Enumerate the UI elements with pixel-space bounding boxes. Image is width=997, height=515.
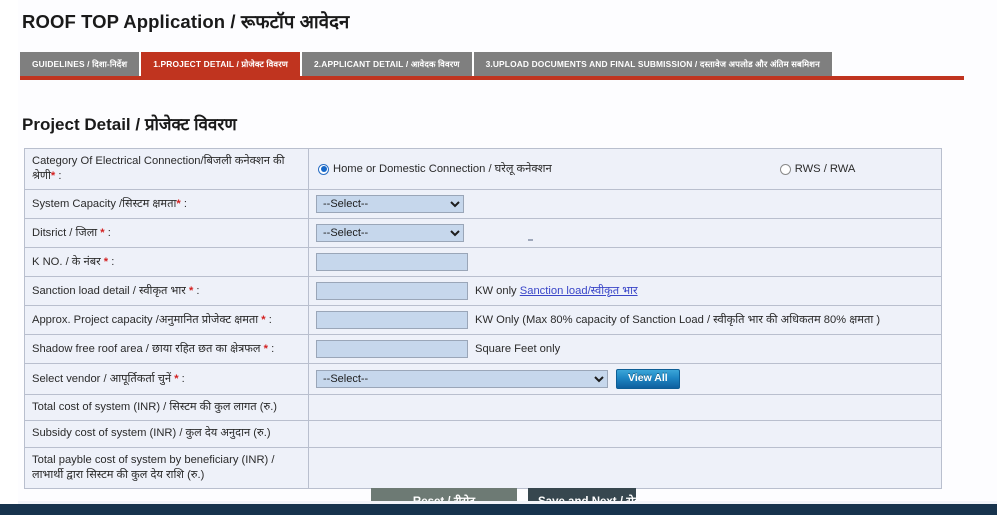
label-total-cost: Total cost of system (INR) / सिस्टम की क…	[24, 394, 309, 422]
table-row-category: Category Of Electrical Connection/बिजली …	[24, 147, 942, 191]
footer-bar	[0, 504, 997, 515]
colon: :	[108, 255, 115, 268]
label-roof-area: Shadow free roof area / छाया रहित छत का …	[24, 334, 309, 365]
vendor-select[interactable]: --Select--	[316, 370, 608, 389]
table-row-payable-cost: Total payble cost of system by beneficia…	[24, 446, 942, 489]
table-row-district: Ditsrict / जिला * : --Select--	[24, 218, 942, 249]
label-k-no: K NO. / के नंबर * :	[24, 247, 309, 278]
system-capacity-select[interactable]: --Select--	[316, 195, 464, 214]
value-total-cost	[308, 394, 942, 422]
view-all-button[interactable]: View All	[616, 369, 680, 390]
label-system-capacity-text: System Capacity /सिस्टम क्षमता	[32, 197, 177, 210]
radio-label-home: Home or Domestic Connection / घरेलू कनेक…	[333, 162, 552, 175]
table-row-total-cost: Total cost of system (INR) / सिस्टम की क…	[24, 394, 942, 422]
sanction-load-input[interactable]	[316, 282, 468, 301]
k-no-input[interactable]	[316, 253, 468, 272]
label-category: Category Of Electrical Connection/बिजली …	[24, 147, 309, 191]
label-roof-area-text: Shadow free roof area / छाया रहित छत का …	[32, 342, 264, 355]
label-payable-cost: Total payble cost of system by beneficia…	[24, 446, 309, 489]
project-capacity-unit: KW Only (Max 80% capacity of Sanction Lo…	[475, 313, 881, 326]
label-sanction-load: Sanction load detail / स्वीकृत भार * :	[24, 276, 309, 307]
value-vendor: --Select-- View All	[308, 363, 942, 396]
radio-dot-icon[interactable]	[779, 163, 791, 175]
label-system-capacity: System Capacity /सिस्टम क्षमता* :	[24, 189, 309, 220]
value-k-no	[308, 247, 942, 278]
value-payable-cost	[308, 446, 942, 489]
label-project-capacity: Approx. Project capacity /अनुमानित प्रोज…	[24, 305, 309, 336]
roof-area-input[interactable]	[316, 340, 468, 359]
label-category-text: Category Of Electrical Connection/बिजली …	[32, 155, 285, 183]
roof-area-unit: Square Feet only	[475, 342, 561, 355]
project-detail-table: Category Of Electrical Connection/बिजली …	[24, 147, 942, 489]
colon: :	[178, 372, 185, 385]
colon: :	[265, 313, 272, 326]
colon: :	[55, 170, 62, 183]
tab-project-detail[interactable]: 1.PROJECT DETAIL / प्रोजेक्ट विवरण	[141, 52, 302, 76]
tab-underline	[20, 76, 964, 80]
table-row-k-no: K NO. / के नंबर * :	[24, 247, 942, 278]
tab-guidelines[interactable]: GUIDELINES / दिशा-निर्देश	[20, 52, 142, 76]
table-row-project-capacity: Approx. Project capacity /अनुमानित प्रोज…	[24, 305, 942, 336]
tab-bar: GUIDELINES / दिशा-निर्देश 1.PROJECT DETA…	[20, 52, 834, 76]
label-k-no-text: K NO. / के नंबर	[32, 255, 104, 268]
tab-upload-documents[interactable]: 3.UPLOAD DOCUMENTS AND FINAL SUBMISSION …	[473, 52, 834, 76]
radio-option-rws-rwa[interactable]: RWS / RWA	[779, 162, 856, 177]
district-hint-dash	[528, 239, 533, 241]
label-subsidy-cost: Subsidy cost of system (INR) / कुल देय अ…	[24, 420, 309, 448]
label-vendor-text: Select vendor / आपूर्तिकर्ता चुनें	[32, 372, 175, 385]
table-row-subsidy-cost: Subsidy cost of system (INR) / कुल देय अ…	[24, 420, 942, 448]
label-district: Ditsrict / जिला * :	[24, 218, 309, 249]
page-title: ROOF TOP Application / रूफटॉप आवेदन	[22, 11, 350, 32]
label-district-text: Ditsrict / जिला	[32, 226, 101, 239]
tab-applicant-detail[interactable]: 2.APPLICANT DETAIL / आवेदक विवरण	[302, 52, 474, 76]
radio-dot-icon[interactable]	[318, 163, 329, 175]
sanction-load-unit: KW only	[475, 284, 520, 297]
value-subsidy-cost	[308, 420, 942, 448]
label-vendor: Select vendor / आपूर्तिकर्ता चुनें * :	[24, 363, 309, 396]
table-row-roof-area: Shadow free roof area / छाया रहित छत का …	[24, 334, 942, 365]
project-capacity-input[interactable]	[316, 311, 468, 330]
value-category: Home or Domestic Connection / घरेलू कनेक…	[308, 147, 942, 191]
value-project-capacity: KW Only (Max 80% capacity of Sanction Lo…	[308, 305, 942, 336]
radio-label-rws-rwa: RWS / RWA	[794, 162, 856, 175]
district-select[interactable]: --Select--	[316, 224, 464, 243]
colon: :	[193, 284, 200, 297]
colon: :	[104, 226, 111, 239]
table-row-sanction-load: Sanction load detail / स्वीकृत भार * : K…	[24, 276, 942, 307]
colon: :	[180, 197, 187, 210]
table-row-system-capacity: System Capacity /सिस्टम क्षमता* : --Sele…	[24, 189, 942, 220]
section-heading: Project Detail / प्रोजेक्ट विवरण	[22, 115, 237, 134]
label-sanction-load-text: Sanction load detail / स्वीकृत भार	[32, 284, 189, 297]
table-row-vendor: Select vendor / आपूर्तिकर्ता चुनें * : -…	[24, 363, 942, 396]
label-project-capacity-text: Approx. Project capacity /अनुमानित प्रोज…	[32, 313, 262, 326]
radio-option-home[interactable]: Home or Domestic Connection / घरेलू कनेक…	[318, 162, 552, 177]
page-root: ROOF TOP Application / रूफटॉप आवेदन GUID…	[0, 0, 997, 515]
value-district: --Select--	[308, 218, 942, 249]
value-system-capacity: --Select--	[308, 189, 942, 220]
value-roof-area: Square Feet only	[308, 334, 942, 365]
category-radio-group: Home or Domestic Connection / घरेलू कनेक…	[316, 162, 935, 177]
sanction-load-link[interactable]: Sanction load/स्वीकृत भार	[520, 285, 638, 297]
colon: :	[267, 342, 275, 355]
value-sanction-load: KW only Sanction load/स्वीकृत भार	[308, 276, 942, 307]
